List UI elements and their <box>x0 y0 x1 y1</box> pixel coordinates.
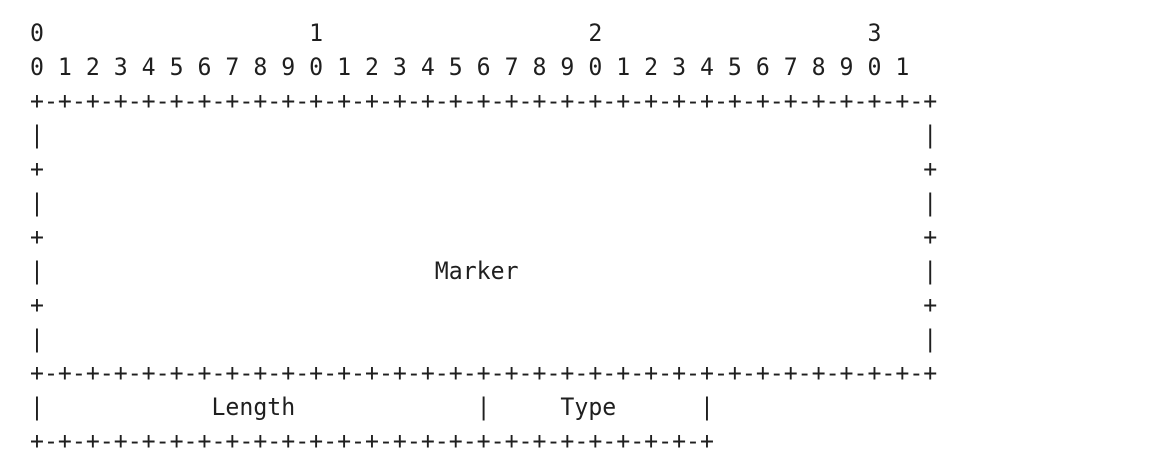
marker-field-label-row: | Marker | <box>30 257 938 285</box>
bit-ruler-tens: 0 1 2 3 <box>30 19 882 47</box>
marker-row-4: + + <box>30 223 938 251</box>
bit-ruler-units: 0 1 2 3 4 5 6 7 8 9 0 1 2 3 4 5 6 7 8 9 … <box>30 53 910 81</box>
marker-row-1: | | <box>30 121 938 149</box>
marker-row-6: + + <box>30 291 938 319</box>
border-middle: +-+-+-+-+-+-+-+-+-+-+-+-+-+-+-+-+-+-+-+-… <box>30 359 938 387</box>
length-type-field-row: | Length | Type | <box>30 393 714 421</box>
marker-row-7: | | <box>30 325 938 353</box>
packet-format-diagram: 0 1 2 3 0 1 2 3 4 5 6 7 8 9 0 1 2 3 4 5 6… <box>30 16 969 458</box>
marker-row-2: + + <box>30 155 938 183</box>
border-top: +-+-+-+-+-+-+-+-+-+-+-+-+-+-+-+-+-+-+-+-… <box>30 87 938 115</box>
border-bottom: +-+-+-+-+-+-+-+-+-+-+-+-+-+-+-+-+-+-+-+-… <box>30 427 714 455</box>
marker-row-3: | | <box>30 189 938 217</box>
